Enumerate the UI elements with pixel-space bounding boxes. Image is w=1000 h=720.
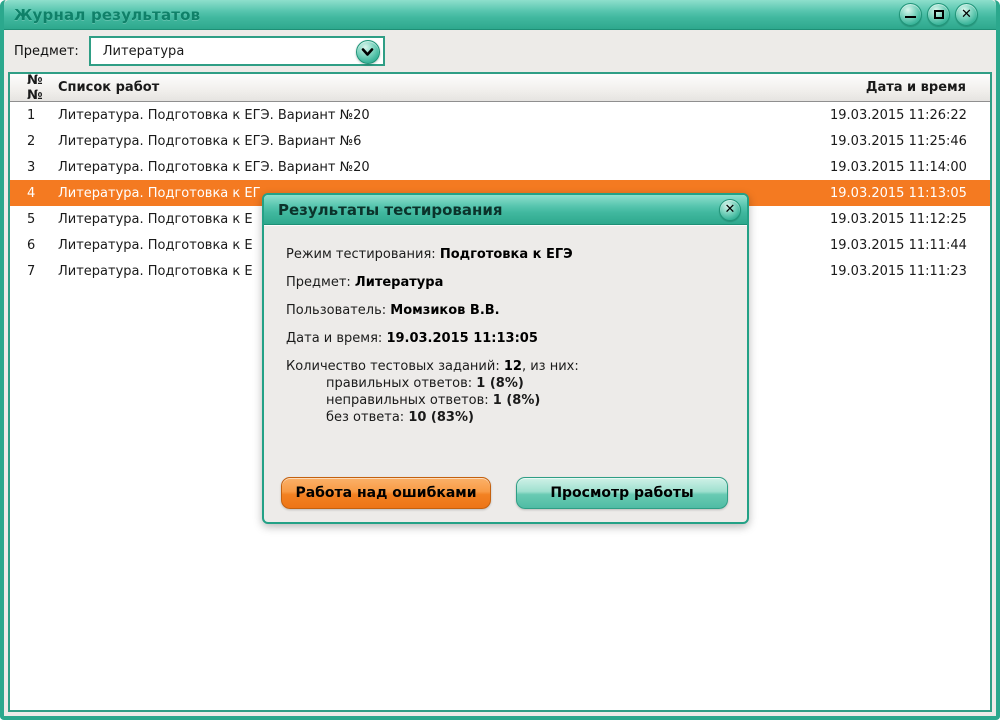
field-label: Режим тестирования:	[286, 247, 436, 262]
table-header-row: №№ Список работ Дата и время	[10, 74, 990, 102]
field-value: 1 (8%)	[476, 376, 524, 391]
field-value: Момзиков В.В.	[390, 303, 499, 318]
table-row[interactable]: 3 Литература. Подготовка к ЕГЭ. Вариант …	[10, 154, 990, 180]
subject-dropdown[interactable]: Литература	[89, 36, 385, 66]
row-num: 1	[10, 108, 58, 123]
results-journal-window: Журнал результатов ✕ Предмет: Литература	[0, 0, 1000, 720]
row-datetime: 19.03.2015 11:11:23	[830, 264, 990, 279]
field-datetime: Дата и время: 19.03.2015 11:13:05	[286, 331, 727, 346]
row-num: 2	[10, 134, 58, 149]
breakdown-correct: правильных ответов: 1 (8%)	[326, 376, 727, 391]
field-label: Предмет:	[286, 275, 351, 290]
field-label: Количество тестовых заданий:	[286, 359, 500, 374]
row-datetime: 19.03.2015 11:12:25	[830, 212, 990, 227]
dialog-title: Результаты тестирования	[278, 201, 719, 219]
minimize-button[interactable]	[899, 3, 922, 26]
breakdown-unanswered: без ответа: 10 (83%)	[326, 410, 727, 425]
row-datetime: 19.03.2015 11:14:00	[830, 160, 990, 175]
table-row[interactable]: 1 Литература. Подготовка к ЕГЭ. Вариант …	[10, 102, 990, 128]
field-value: 1 (8%)	[493, 393, 541, 408]
field-label: неправильных ответов:	[326, 393, 489, 408]
field-task-count: Количество тестовых заданий: 12, из них:	[286, 359, 727, 374]
window-controls: ✕	[899, 3, 978, 26]
chevron-down-icon	[360, 46, 375, 58]
field-test-mode: Режим тестирования: Подготовка к ЕГЭ	[286, 247, 727, 262]
row-datetime: 19.03.2015 11:26:22	[830, 108, 990, 123]
field-subject: Предмет: Литература	[286, 275, 727, 290]
row-datetime: 19.03.2015 11:25:46	[830, 134, 990, 149]
dialog-titlebar: Результаты тестирования ✕	[264, 195, 747, 225]
subject-dropdown-value: Литература	[103, 44, 185, 59]
dialog-buttons: Работа над ошибками Просмотр работы	[281, 477, 728, 509]
window-title: Журнал результатов	[14, 6, 899, 24]
row-num: 7	[10, 264, 58, 279]
row-num: 5	[10, 212, 58, 227]
close-icon: ✕	[961, 8, 972, 21]
dialog-close-button[interactable]: ✕	[719, 199, 741, 221]
field-user: Пользователь: Момзиков В.В.	[286, 303, 727, 318]
table-row[interactable]: 2 Литература. Подготовка к ЕГЭ. Вариант …	[10, 128, 990, 154]
row-num: 6	[10, 238, 58, 253]
close-icon: ✕	[725, 203, 736, 216]
field-value: Подготовка к ЕГЭ	[440, 247, 573, 262]
titlebar: Журнал результатов ✕	[4, 0, 996, 30]
maximize-button[interactable]	[927, 3, 950, 26]
test-results-dialog: Результаты тестирования ✕ Режим тестиров…	[262, 193, 749, 524]
breakdown-incorrect: неправильных ответов: 1 (8%)	[326, 393, 727, 408]
field-label: Пользователь:	[286, 303, 386, 318]
field-label: правильных ответов:	[326, 376, 472, 391]
row-datetime: 19.03.2015 11:13:05	[830, 186, 990, 201]
minimize-icon	[905, 16, 916, 18]
view-work-button[interactable]: Просмотр работы	[516, 477, 728, 509]
field-value: 10 (83%)	[408, 410, 474, 425]
row-num: 4	[10, 186, 58, 201]
row-title: Литература. Подготовка к ЕГЭ. Вариант №2…	[58, 160, 830, 175]
maximize-icon	[934, 10, 944, 19]
field-value: 19.03.2015 11:13:05	[386, 331, 537, 346]
subject-label: Предмет:	[14, 44, 79, 59]
field-label: Дата и время:	[286, 331, 382, 346]
field-label: без ответа:	[326, 410, 404, 425]
row-title: Литература. Подготовка к ЕГЭ. Вариант №6	[58, 134, 830, 149]
toolbar: Предмет: Литература	[8, 30, 992, 72]
row-num: 3	[10, 160, 58, 175]
dialog-body: Режим тестирования: Подготовка к ЕГЭ Пре…	[264, 225, 747, 524]
subject-dropdown-button[interactable]	[356, 40, 380, 64]
field-value: Литература	[355, 275, 443, 290]
close-button[interactable]: ✕	[955, 3, 978, 26]
field-suffix: , из них:	[522, 359, 579, 374]
column-header-title: Список работ	[58, 80, 830, 95]
column-header-datetime: Дата и время	[830, 80, 990, 95]
fix-errors-button[interactable]: Работа над ошибками	[281, 477, 491, 509]
field-value: 12	[504, 359, 522, 374]
column-header-num: №№	[10, 73, 58, 103]
row-datetime: 19.03.2015 11:11:44	[830, 238, 990, 253]
row-title: Литература. Подготовка к ЕГЭ. Вариант №2…	[58, 108, 830, 123]
